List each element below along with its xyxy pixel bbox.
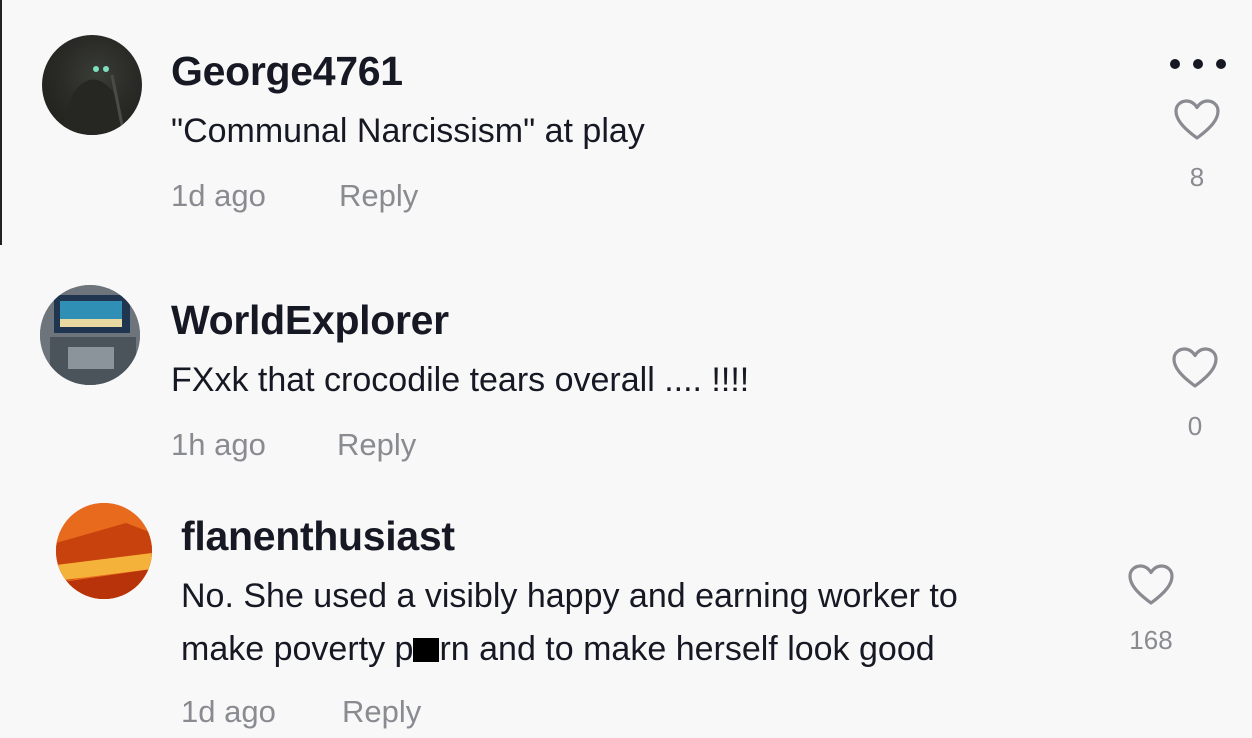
comment-text-line1: No. She used a visibly happy and earning… xyxy=(181,577,958,615)
heart-icon[interactable] xyxy=(1174,99,1220,141)
heart-icon[interactable] xyxy=(1172,347,1218,389)
comment-item: George4761 "Communal Narcissism" at play… xyxy=(0,0,1252,245)
avatar[interactable] xyxy=(56,503,152,599)
comment-text: "Communal Narcissism" at play xyxy=(171,112,645,150)
censor-block xyxy=(413,638,440,662)
avatar-image xyxy=(40,285,140,385)
comment-time: 1d ago xyxy=(171,178,266,213)
avatar[interactable] xyxy=(40,285,140,385)
reply-button[interactable]: Reply xyxy=(337,427,416,463)
comment-item: flanenthusiast No. She used a visibly ha… xyxy=(0,495,1252,738)
comment-username[interactable]: George4761 xyxy=(171,48,403,95)
comment-text-line2: make poverty p rn and to make herself loo… xyxy=(181,622,935,676)
like-count: 0 xyxy=(1187,411,1203,441)
avatar-image xyxy=(56,503,152,599)
comment-time: 1h ago xyxy=(171,427,266,462)
reply-button[interactable]: Reply xyxy=(339,178,418,214)
comment-item: WorldExplorer FXxk that crocodile tears … xyxy=(0,245,1252,495)
reply-button[interactable]: Reply xyxy=(342,694,421,730)
comment-text-part: make poverty p xyxy=(181,630,414,668)
comment-username[interactable]: flanenthusiast xyxy=(181,513,455,560)
like-count: 168 xyxy=(1129,625,1173,655)
comment-text: FXxk that crocodile tears overall .... !… xyxy=(171,361,750,399)
like-count: 8 xyxy=(1189,162,1205,192)
comment-time: 1d ago xyxy=(181,694,276,729)
avatar[interactable] xyxy=(42,35,142,135)
avatar-image xyxy=(60,66,128,135)
comment-username[interactable]: WorldExplorer xyxy=(171,297,449,344)
heart-icon[interactable] xyxy=(1128,564,1174,606)
comment-text-part: rn and to make herself look good xyxy=(439,630,935,668)
